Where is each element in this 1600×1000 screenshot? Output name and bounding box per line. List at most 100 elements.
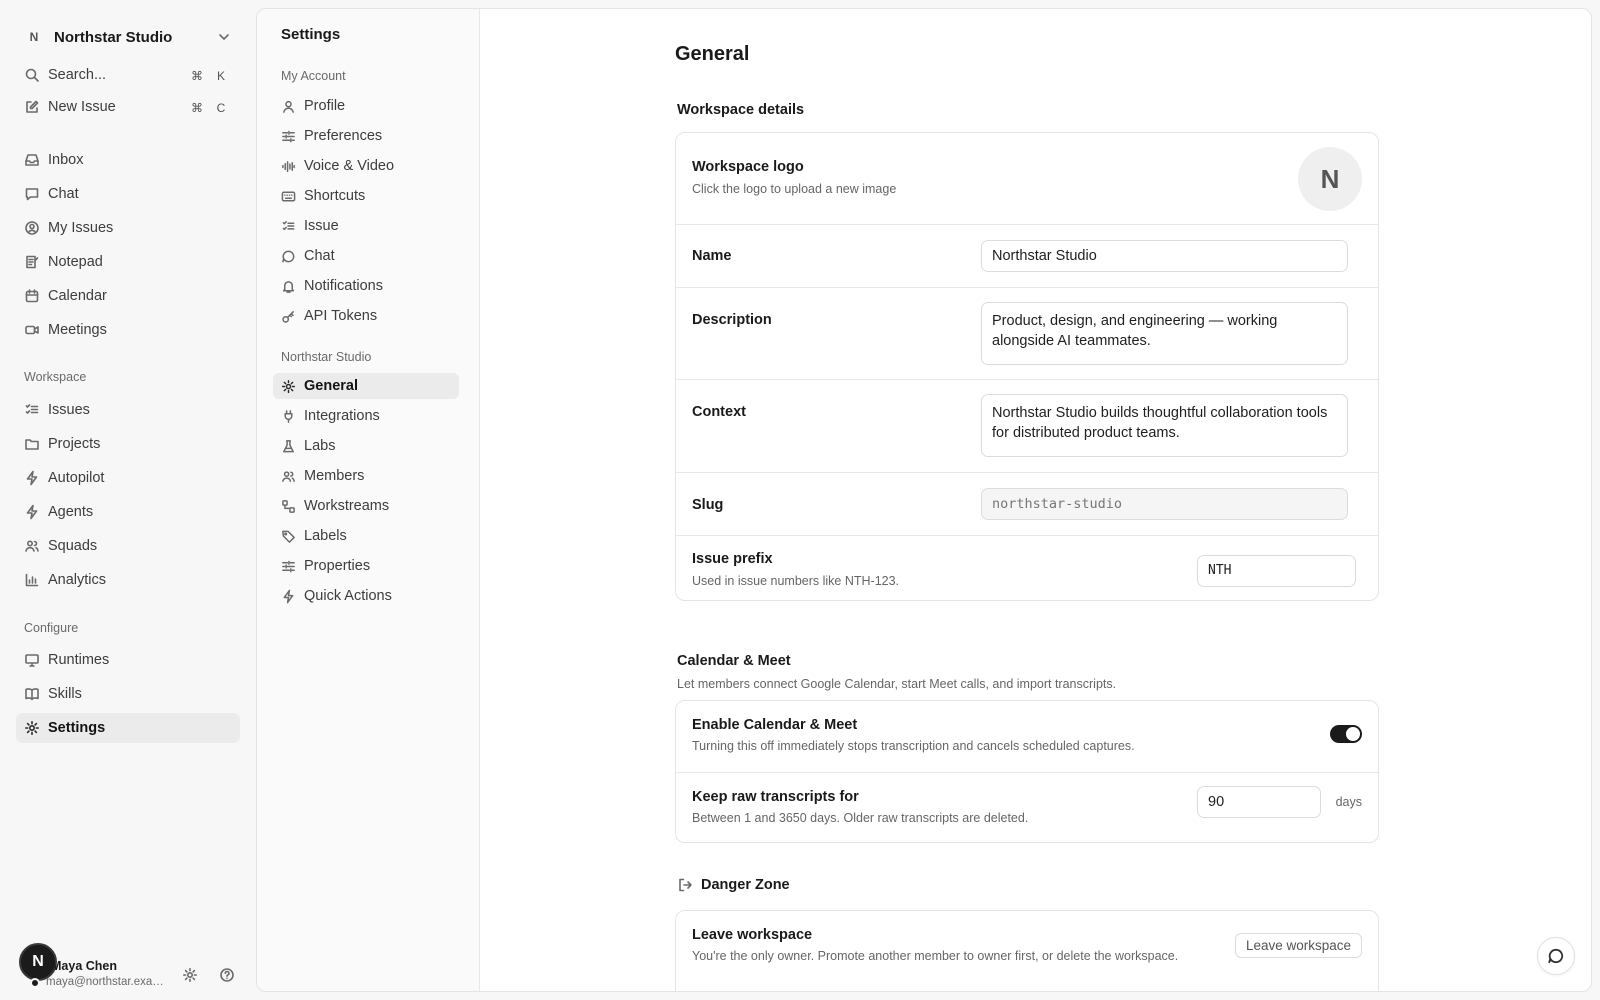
users-icon	[25, 540, 39, 552]
sidebar-item-label: Chat	[48, 186, 79, 202]
settings-item-label: Issue	[304, 218, 339, 234]
workspace-logo-row: Workspace logo Click the logo to upload …	[676, 133, 1378, 224]
slug-label: Slug	[692, 497, 724, 513]
search-shortcut-key: K	[216, 69, 225, 83]
workspace-logo-upload[interactable]: N	[1298, 147, 1362, 211]
workspace-details-heading: Workspace details	[677, 102, 805, 118]
workspace-logo-hint: Click the logo to upload a new image	[692, 182, 897, 196]
sidebar-item-issues[interactable]: Issues	[16, 395, 240, 425]
user-email: maya@northstar.example	[46, 976, 166, 988]
sidebar-item-label: Projects	[48, 436, 101, 452]
workspace-initial: N	[29, 30, 39, 44]
settings-item-preferences[interactable]: Preferences	[273, 123, 459, 149]
new-issue-button[interactable]: New Issue	[16, 92, 240, 122]
search-icon	[25, 68, 39, 82]
monitor-icon	[25, 654, 39, 667]
users-icon	[282, 470, 295, 482]
name-row: Name Northstar Studio	[676, 224, 1378, 287]
settings-item-chat[interactable]: Chat	[273, 243, 459, 269]
sidebar-item-runtimes[interactable]: Runtimes	[16, 645, 240, 675]
user-name: Maya Chen	[51, 959, 117, 973]
edit-icon	[26, 100, 39, 113]
settings-item-profile[interactable]: Profile	[273, 93, 459, 119]
new-issue-shortcut-cmd: ⌘	[191, 101, 203, 115]
settings-item-integrations[interactable]: Integrations	[273, 403, 459, 429]
leave-workspace-hint: You're the only owner. Promote another m…	[692, 949, 1179, 963]
settings-item-workstreams[interactable]: Workstreams	[273, 493, 459, 519]
description-textarea[interactable]: Product, design, and engineering — worki…	[981, 302, 1348, 365]
sidebar-item-calendar[interactable]: Calendar	[16, 281, 240, 311]
workspace-name: Northstar Studio	[54, 28, 173, 46]
keep-transcripts-hint: Between 1 and 3650 days. Older raw trans…	[692, 811, 1029, 825]
workspace-details-card: Workspace logo Click the logo to upload …	[675, 132, 1379, 601]
settings-item-voice-video[interactable]: Voice & Video	[273, 153, 459, 179]
settings-item-label: Preferences	[304, 128, 383, 144]
chat-fab-button[interactable]	[1537, 937, 1575, 975]
calendar-meet-description: Let members connect Google Calendar, sta…	[677, 677, 1117, 691]
description-label: Description	[692, 312, 772, 328]
sidebar-item-skills[interactable]: Skills	[16, 679, 240, 709]
context-textarea[interactable]: Northstar Studio builds thoughtful colla…	[981, 394, 1348, 457]
sidebar-item-label: Skills	[48, 686, 82, 702]
user-settings-button[interactable]	[180, 965, 200, 985]
enable-calendar-toggle[interactable]	[1330, 725, 1362, 743]
audio-wave-icon	[282, 160, 295, 172]
sidebar-item-label: Squads	[48, 538, 98, 554]
sidebar-item-label: Analytics	[48, 572, 107, 588]
issue-prefix-input[interactable]: NTH	[1197, 555, 1356, 587]
configure-section-label: Configure	[24, 621, 79, 635]
sidebar-item-autopilot[interactable]: Autopilot	[16, 463, 240, 493]
settings-item-label: Quick Actions	[304, 588, 392, 604]
sliders-icon	[282, 560, 295, 572]
sidebar-item-settings[interactable]: Settings	[16, 713, 240, 743]
settings-item-quick-actions[interactable]: Quick Actions	[273, 583, 459, 609]
help-button[interactable]	[217, 965, 237, 985]
sidebar-item-analytics[interactable]: Analytics	[16, 565, 240, 595]
settings-item-label: Properties	[304, 558, 371, 574]
calendar-icon	[25, 289, 39, 303]
sidebar-item-my-issues[interactable]: My Issues	[16, 213, 240, 243]
bell-icon	[282, 280, 295, 293]
sidebar-item-chat[interactable]: Chat	[16, 179, 240, 209]
sidebar-item-agents[interactable]: Agents	[16, 497, 240, 527]
settings-item-label: Chat	[304, 248, 335, 264]
user-circle-icon	[25, 221, 39, 235]
sidebar-item-label: Calendar	[48, 288, 107, 304]
issue-prefix-row: Issue prefix Used in issue numbers like …	[676, 535, 1378, 602]
name-input[interactable]: Northstar Studio	[981, 240, 1348, 272]
settings-item-properties[interactable]: Properties	[273, 553, 459, 579]
presence-dot	[30, 978, 40, 988]
user-icon	[283, 100, 294, 113]
sidebar-item-meetings[interactable]: Meetings	[16, 315, 240, 345]
chat-bubble-icon	[1548, 948, 1564, 964]
sidebar-item-notepad[interactable]: Notepad	[16, 247, 240, 277]
keyboard-icon	[281, 191, 296, 201]
search-button[interactable]: Search...	[16, 60, 240, 90]
settings-item-notifications[interactable]: Notifications	[273, 273, 459, 299]
settings-item-api-tokens[interactable]: API Tokens	[273, 303, 459, 329]
help-icon	[220, 968, 234, 982]
list-checks-icon	[282, 220, 295, 230]
settings-item-issue[interactable]: Issue	[273, 213, 459, 239]
workspace-settings-section-label: Northstar Studio	[281, 350, 372, 364]
settings-item-shortcuts[interactable]: Shortcuts	[273, 183, 459, 209]
settings-item-label: Notifications	[304, 278, 383, 294]
settings-item-label: General	[304, 378, 358, 394]
sidebar-item-projects[interactable]: Projects	[16, 429, 240, 459]
settings-item-members[interactable]: Members	[273, 463, 459, 489]
workspace-switcher[interactable]: N Northstar Studio	[16, 24, 240, 50]
tag-icon	[282, 530, 295, 543]
sidebar-item-squads[interactable]: Squads	[16, 531, 240, 561]
sidebar-item-inbox[interactable]: Inbox	[16, 145, 240, 175]
sidebar-item-label: Meetings	[48, 322, 107, 338]
settings-item-label: API Tokens	[304, 308, 378, 324]
list-checks-icon	[25, 404, 39, 414]
search-shortcut-cmd: ⌘	[191, 69, 203, 83]
video-icon	[25, 325, 39, 335]
settings-item-general[interactable]: General	[273, 373, 459, 399]
keep-transcripts-row: Keep raw transcripts for Between 1 and 3…	[676, 772, 1378, 844]
keep-transcripts-days-input[interactable]: 90	[1197, 786, 1321, 818]
settings-item-labels[interactable]: Labels	[273, 523, 459, 549]
settings-item-labs[interactable]: Labs	[273, 433, 459, 459]
leave-workspace-button[interactable]: Leave workspace	[1234, 933, 1362, 958]
